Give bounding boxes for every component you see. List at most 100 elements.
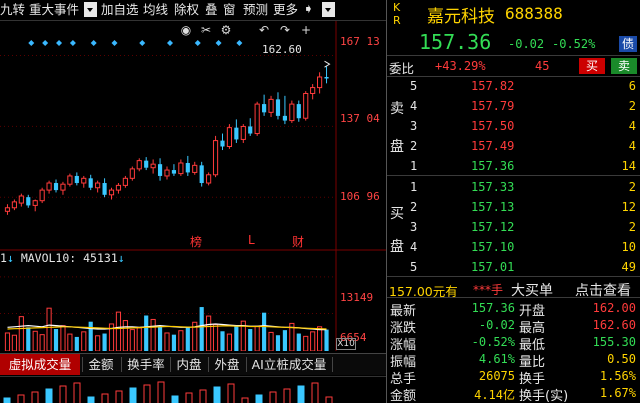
volume-bar — [282, 330, 287, 351]
candle-body — [18, 195, 24, 204]
chevron-down-icon[interactable] — [322, 2, 335, 17]
candle-body — [157, 164, 163, 176]
toolbar-major-events[interactable]: 重大事件 — [29, 0, 79, 20]
candle-body — [81, 177, 87, 184]
candle-body — [310, 87, 316, 94]
volume-bar — [39, 334, 45, 351]
gear-icon[interactable]: ⚙ — [218, 22, 234, 38]
arrow-right-icon[interactable]: ➧ — [303, 0, 314, 20]
toolbar-jiuzhuan[interactable]: 九转 — [0, 0, 25, 20]
toolbar-window[interactable]: 窗 — [223, 0, 236, 20]
redo-icon[interactable]: ↷ — [277, 22, 293, 38]
strip-bar — [87, 396, 95, 403]
book-level: 3 — [410, 220, 418, 234]
strip-bar — [283, 388, 291, 403]
strip-bar — [297, 385, 305, 403]
candle-body — [74, 175, 79, 184]
ranking-marker[interactable]: 榜 — [190, 233, 202, 250]
undo-icon[interactable]: ↶ — [256, 22, 272, 38]
volume-bar — [226, 333, 233, 351]
strip-bar — [45, 388, 53, 403]
finance-marker[interactable]: 财 — [292, 233, 304, 250]
book-volume: 12 — [621, 200, 636, 214]
tab-outer[interactable]: 外盘 — [210, 354, 244, 375]
volume-bar — [26, 327, 31, 351]
candle-body — [268, 98, 274, 113]
l-marker[interactable]: L — [248, 233, 255, 247]
x10-badge[interactable]: X10 — [336, 338, 356, 350]
candle-body — [324, 76, 329, 79]
candle-body — [4, 207, 11, 212]
candle-body — [171, 170, 177, 174]
book-price[interactable]: 157.10 — [471, 240, 514, 254]
volume-bar — [95, 335, 101, 351]
toolbar-moving-average[interactable]: 均线 — [143, 0, 168, 20]
candle-body — [303, 92, 309, 119]
volume-header: 1↓ MAVOL10: 45131↓ — [0, 251, 125, 265]
candle — [248, 118, 253, 136]
buy-button[interactable]: 买 — [579, 58, 605, 74]
candle-body — [240, 125, 246, 140]
strip-bar — [241, 397, 249, 403]
candle-body — [289, 103, 295, 122]
candle — [46, 180, 52, 194]
tab-amount[interactable]: 金额 — [84, 354, 118, 375]
candle — [95, 180, 101, 193]
book-price[interactable]: 157.13 — [471, 200, 514, 214]
book-price[interactable]: 157.01 — [471, 260, 514, 274]
volume-bar — [144, 315, 149, 351]
candle-body — [262, 104, 267, 113]
tab-ai-volume[interactable]: AI立桩成交量 — [248, 354, 330, 375]
big-order-stars: ***手 — [473, 283, 504, 297]
book-price[interactable]: 157.82 — [471, 79, 514, 93]
stat-label: 换手(实) — [519, 389, 569, 403]
stat-value: 155.30 — [592, 335, 636, 349]
chevron-down-icon[interactable] — [84, 2, 97, 17]
book-price[interactable]: 157.36 — [471, 159, 514, 173]
toolbar-forecast[interactable]: 预测 — [243, 0, 268, 20]
debt-badge[interactable]: 债 — [619, 36, 637, 52]
scissors-icon[interactable]: ✂ — [198, 22, 214, 38]
candle — [144, 157, 149, 171]
sell-button[interactable]: 卖 — [611, 58, 637, 74]
quote-panel: K R 嘉元科技 688388 157.36 -0.02 -0.52% 债 委比… — [386, 0, 640, 403]
book-price[interactable]: 157.49 — [471, 139, 514, 153]
tab-turnover[interactable]: 换手率 — [124, 354, 168, 375]
volume-bar — [81, 331, 87, 351]
volume-bar — [129, 329, 135, 351]
top-toolbar: 九转 重大事件 加自选 均线 除权 叠 窗 预测 更多 ➧ — [0, 0, 386, 21]
volume-bar — [185, 327, 190, 351]
candle — [268, 95, 274, 118]
strip-bar — [157, 381, 165, 403]
toolbar-overlay[interactable]: 叠 — [205, 0, 218, 20]
candle — [192, 161, 198, 175]
book-price[interactable]: 157.79 — [471, 99, 514, 113]
buy-side-char: 盘 — [390, 239, 404, 255]
price-axis-label: 167 13 — [340, 35, 380, 48]
book-price[interactable]: 157.33 — [471, 180, 514, 194]
toolbar-ex-rights[interactable]: 除权 — [174, 0, 199, 20]
book-price[interactable]: 157.50 — [471, 119, 514, 133]
high-price-label: 162.60 — [262, 43, 302, 56]
candlestick-chart[interactable] — [0, 21, 386, 351]
book-price[interactable]: 157.12 — [471, 220, 514, 234]
strip-bar — [227, 383, 235, 403]
volume-bar — [199, 307, 204, 351]
plus-icon[interactable]: + — [298, 22, 314, 38]
tab-virtual-volume[interactable]: 虚拟成交量 — [0, 354, 80, 375]
candle-body — [136, 160, 142, 170]
book-volume: 49 — [621, 260, 636, 274]
toolbar-more[interactable]: 更多 — [273, 0, 298, 20]
volume-bar — [212, 324, 219, 351]
volume-bar — [220, 331, 225, 351]
volume-bar — [262, 312, 267, 351]
book-level: 5 — [410, 79, 418, 93]
eye-icon[interactable]: ◉ — [178, 22, 194, 38]
tab-inner[interactable]: 内盘 — [172, 354, 206, 375]
stat-value: -0.02 — [478, 318, 515, 332]
strip-bar — [31, 391, 39, 403]
chart-strip[interactable] — [0, 376, 386, 403]
price-axis-label: 137 04 — [340, 112, 380, 125]
candle-body — [46, 182, 52, 191]
toolbar-add-watchlist[interactable]: 加自选 — [101, 0, 139, 20]
